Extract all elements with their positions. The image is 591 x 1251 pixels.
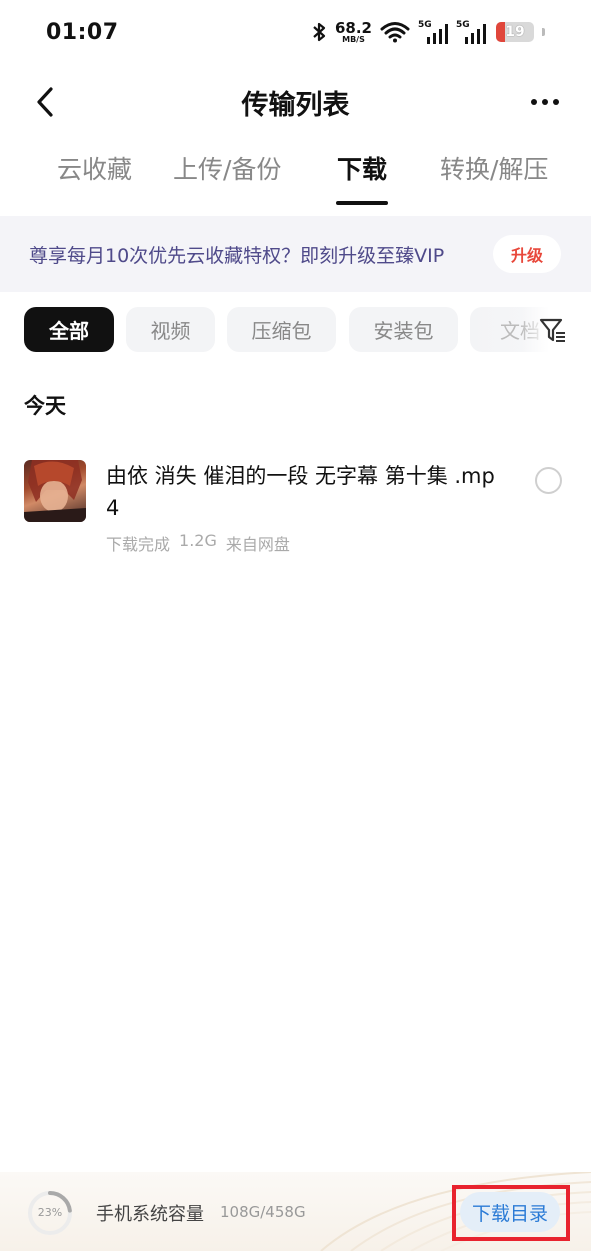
chevron-left-icon [37,87,53,117]
page-title: 传输列表 [241,89,350,121]
tab-cloud-collect[interactable]: 云收藏 [57,150,132,186]
vip-banner[interactable]: 尊享每月10次优先云收藏特权？即刻升级至臻VIP 升级 [0,216,591,292]
cellular-signal-2-icon: 5G [456,20,486,44]
header: 传输列表 [0,70,591,134]
storage-usage-ring: 23% [26,1189,74,1237]
tab-upload-backup[interactable]: 上传/备份 [173,150,281,186]
filter-all[interactable]: 全部 [24,307,114,352]
more-button[interactable] [525,90,565,114]
back-button[interactable] [30,84,60,120]
status-bar: 01:07 68.2 MB/S 5G 5G 19 [0,0,591,64]
filter-apk[interactable]: 安装包 [349,307,458,352]
filter-archive[interactable]: 压缩包 [227,307,336,352]
file-name: 由依 消失 催泪的一段 无字幕 第十集 .mp4 [106,464,495,520]
file-source: 来自网盘 [225,535,290,554]
active-tab-indicator [336,201,388,205]
network-speed: 68.2 MB/S [334,18,372,44]
file-size: 1.2G [179,531,217,550]
battery-cap [542,28,545,36]
filter-video[interactable]: 视频 [126,307,215,352]
vip-banner-text: 尊享每月10次优先云收藏特权？即刻升级至臻VIP [29,244,445,267]
more-dots-icon [531,99,537,105]
file-type-filters: 全部 视频 压缩包 安装包 文档 [0,306,591,354]
tab-download[interactable]: 下载 [337,150,387,186]
storage-label: 手机系统容量 [96,1204,204,1225]
wifi-icon [380,22,410,43]
video-thumbnail [24,460,86,522]
status-time: 01:07 [46,19,119,45]
section-today-title: 今天 [24,394,66,418]
bottom-storage-bar: 23% 手机系统容量 108G/458G 下载目录 [0,1172,591,1251]
tab-convert-extract[interactable]: 转换/解压 [440,150,548,186]
file-meta: 下载完成 1.2G 来自网盘 [106,531,290,555]
file-status: 下载完成 [106,535,171,554]
storage-percent: 23% [37,1206,63,1219]
file-select-radio[interactable] [535,467,562,494]
status-icons: 68.2 MB/S 5G 5G 19 [311,20,545,44]
filter-icon[interactable] [539,317,567,343]
battery-icon: 19 [496,22,534,42]
transfer-tabs: 云收藏 上传/备份 下载 转换/解压 [0,140,591,210]
upgrade-button[interactable]: 升级 [493,235,561,273]
bluetooth-icon [313,22,326,42]
cellular-signal-1-icon: 5G [418,20,448,44]
file-list-item[interactable]: 由依 消失 催泪的一段 无字幕 第十集 .mp4 下载完成 1.2G 来自网盘 [0,452,591,562]
storage-value: 108G/458G [220,1203,306,1221]
download-directory-button[interactable]: 下载目录 [460,1192,560,1232]
